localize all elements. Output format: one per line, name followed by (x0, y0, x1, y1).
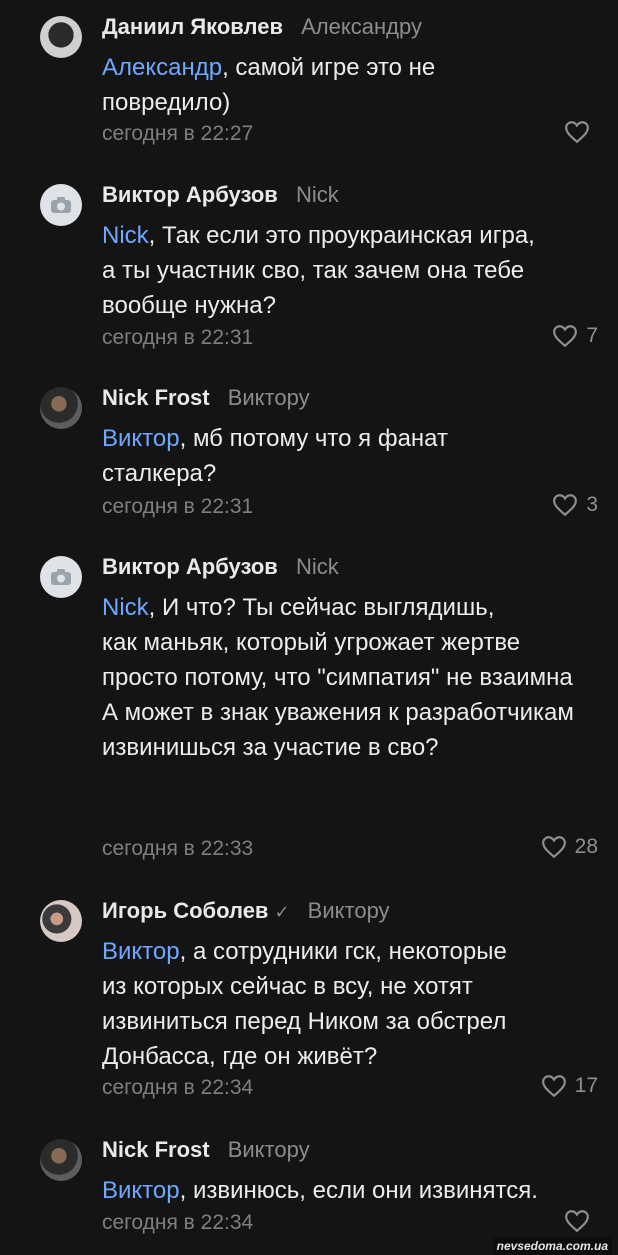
comment-text: Виктор, а сотрудники гск, некоторые из к… (102, 934, 602, 1074)
comment-text-rest: как маньяк, который угрожает жертве прос… (102, 629, 573, 691)
like-button[interactable] (564, 1209, 598, 1233)
comment-text-line: , извинюсь, если они извинятся. (179, 1177, 538, 1204)
author-name[interactable]: Nick Frost (102, 1137, 210, 1162)
reply-to[interactable]: Виктору (228, 385, 310, 410)
comment-text-line: , самой игре это не (222, 54, 436, 81)
heart-outline-icon (553, 325, 578, 348)
comment-text: Nick, Так если это проукраинская игра, а… (102, 218, 602, 323)
comment-text-line: , И что? Ты сейчас выглядишь, (148, 594, 495, 621)
comment-text-line: , Так если это проукраинская игра, (148, 222, 535, 249)
avatar[interactable] (40, 387, 82, 429)
avatar[interactable] (40, 1139, 82, 1181)
comment-text-line: , а сотрудники гск, некоторые (179, 938, 507, 965)
comment-text-paragraph: А может в знак уважения к разработчикам … (102, 699, 574, 761)
heart-outline-icon (541, 1075, 566, 1098)
timestamp: сегодня в 22:31 (102, 326, 254, 349)
comment-header: Виктор Арбузов Nick (102, 180, 339, 210)
checkmark-icon: ✓ (274, 902, 290, 922)
timestamp: сегодня в 22:31 (102, 495, 254, 518)
like-count: 7 (586, 324, 598, 347)
comment-text-rest: из которых сейчас в всу, не хотят извини… (102, 973, 507, 1070)
comment-header: Игорь Соболев ✓ Виктору (102, 896, 390, 927)
author-name[interactable]: Nick Frost (102, 385, 210, 410)
mention-link[interactable]: Виктор (102, 1177, 180, 1204)
comment-text: Александр, самой игре это не повредило) (102, 50, 602, 120)
avatar[interactable] (40, 900, 82, 942)
comment-text: Nick, И что? Ты сейчас выглядишь, как ма… (102, 590, 602, 765)
timestamp: сегодня в 22:34 (102, 1211, 254, 1234)
like-button[interactable]: 7 (552, 324, 598, 348)
reply-to[interactable]: Виктору (228, 1137, 310, 1162)
comment-text-line: , мб потому что я фанат (179, 425, 448, 452)
timestamp: сегодня в 22:27 (102, 122, 254, 145)
reply-to[interactable]: Александру (301, 14, 422, 39)
heart-outline-icon (565, 121, 589, 144)
author-name[interactable]: Игорь Соболев (102, 898, 268, 923)
like-count: 28 (574, 835, 598, 858)
like-count: 3 (586, 493, 598, 516)
like-button[interactable]: 3 (552, 493, 598, 517)
timestamp: сегодня в 22:34 (102, 1076, 254, 1099)
timestamp: сегодня в 22:33 (102, 837, 254, 860)
comment-text-rest: повредило) (102, 89, 231, 116)
comment-text-rest: сталкера? (102, 460, 217, 487)
like-button[interactable] (564, 120, 598, 144)
like-count: 17 (574, 1074, 598, 1097)
like-button[interactable]: 28 (541, 835, 598, 859)
comment-header: Виктор Арбузов Nick (102, 552, 339, 582)
mention-link[interactable]: Nick (102, 222, 149, 249)
mention-link[interactable]: Виктор (102, 938, 180, 965)
reply-to[interactable]: Nick (296, 554, 339, 579)
mention-link[interactable]: Nick (102, 594, 149, 621)
reply-to[interactable]: Виктору (308, 898, 390, 923)
heart-outline-icon (553, 494, 578, 517)
comment-text: Виктор, извинюсь, если они извинятся. (102, 1173, 602, 1208)
reply-to[interactable]: Nick (296, 182, 339, 207)
mention-link[interactable]: Виктор (102, 425, 180, 452)
watermark: nevsedoma.com.ua (492, 1237, 612, 1255)
author-name[interactable]: Виктор Арбузов (102, 182, 278, 207)
heart-outline-icon (565, 1210, 589, 1233)
avatar[interactable] (40, 556, 82, 598)
avatar[interactable] (40, 16, 82, 58)
camera-icon (51, 569, 71, 585)
heart-outline-icon (541, 836, 566, 859)
like-button[interactable]: 17 (541, 1074, 598, 1098)
author-name[interactable]: Виктор Арбузов (102, 554, 278, 579)
camera-icon (51, 197, 71, 213)
mention-link[interactable]: Александр (102, 54, 222, 81)
comment-text-rest: а ты участник сво, так зачем она тебе во… (102, 257, 525, 319)
comment-header: Даниил Яковлев Александру (102, 12, 422, 42)
avatar[interactable] (40, 184, 82, 226)
author-name[interactable]: Даниил Яковлев (102, 14, 283, 39)
comment-header: Nick Frost Виктору (102, 383, 310, 413)
comment-header: Nick Frost Виктору (102, 1135, 310, 1165)
comment-text: Виктор, мб потому что я фанат сталкера? (102, 421, 602, 491)
